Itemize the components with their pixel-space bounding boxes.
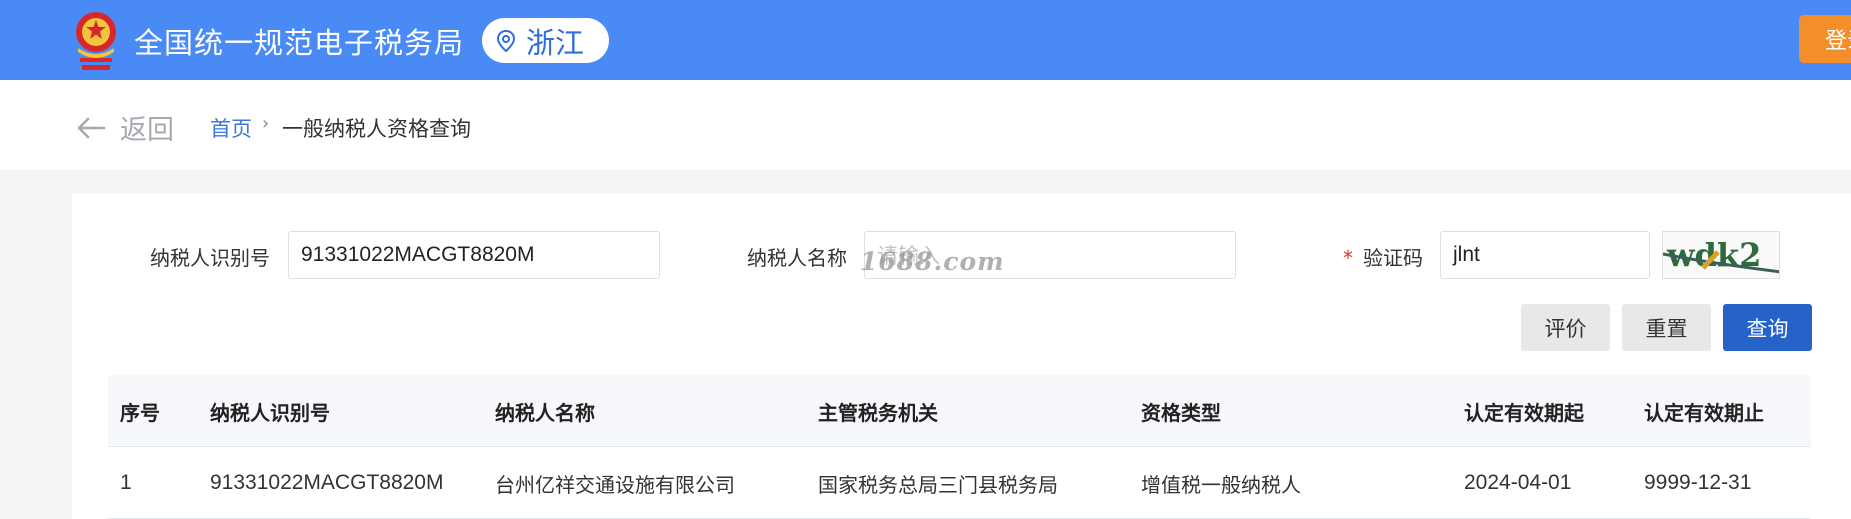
arrow-left-icon [77, 117, 106, 138]
location-pin-icon [496, 29, 516, 52]
captcha-label-text: 验证码 [1363, 246, 1423, 270]
table-cell: 国家税务总局三门县税务局 [818, 472, 1058, 497]
breadcrumb-home-link[interactable]: 首页 [210, 113, 252, 143]
back-button[interactable]: 返回 [76, 108, 174, 147]
evaluate-button[interactable]: 评价 [1521, 304, 1610, 351]
query-button[interactable]: 查询 [1723, 304, 1812, 351]
column-header: 资格类型 [1141, 400, 1221, 425]
region-selector[interactable]: 浙江 [482, 18, 609, 63]
taxpayer-id-label: 纳税人识别号 [150, 246, 270, 270]
table-cell: 增值税一般纳税人 [1141, 472, 1301, 497]
table-cell: 91331022MACGT8820M [210, 471, 444, 494]
back-label: 返回 [120, 115, 174, 146]
taxpayer-id-input[interactable]: 91331022MACGT8820M [288, 231, 660, 279]
required-mark: * [1343, 246, 1353, 270]
site-title: 全国统一规范电子税务局 [134, 26, 465, 60]
national-emblem-icon [70, 8, 122, 72]
table-cell: 1 [120, 471, 132, 494]
breadcrumb-separator: › [262, 113, 270, 134]
column-header: 认定有效期止 [1644, 400, 1764, 425]
region-label: 浙江 [526, 25, 585, 60]
result-table: 序号 纳税人识别号 纳税人名称 主管税务机关 资格类型 认定有效期起 认定有效期… [108, 375, 1811, 519]
top-header-bar: 全国统一规范电子税务局 浙江 登录 [0, 0, 1851, 80]
captcha-input[interactable]: jlnt [1440, 231, 1650, 279]
table-cell: 台州亿祥交通设施有限公司 [495, 472, 735, 497]
taxpayer-name-label: 纳税人名称 [747, 246, 847, 270]
table-cell: 9999-12-31 [1644, 471, 1752, 494]
table-row[interactable]: 1 91331022MACGT8820M 台州亿祥交通设施有限公司 国家税务总局… [108, 447, 1811, 519]
captcha-label: * 验证码 [1343, 242, 1423, 271]
column-header: 序号 [120, 400, 160, 425]
column-header: 主管税务机关 [818, 400, 938, 425]
login-button[interactable]: 登录 [1799, 15, 1851, 63]
table-header-row: 序号 纳税人识别号 纳税人名称 主管税务机关 资格类型 认定有效期起 认定有效期… [108, 375, 1811, 447]
column-header: 纳税人识别号 [210, 400, 330, 425]
watermark: 1688.com [860, 247, 1005, 276]
reset-button[interactable]: 重置 [1622, 304, 1711, 351]
captcha-image[interactable]: wdk2 [1662, 231, 1780, 279]
breadcrumb-bar: 返回 首页 › 一般纳税人资格查询 [0, 80, 1851, 170]
column-header: 认定有效期起 [1464, 400, 1584, 425]
table-cell: 2024-04-01 [1464, 471, 1572, 494]
breadcrumb-current: 一般纳税人资格查询 [282, 117, 471, 141]
column-header: 纳税人名称 [495, 400, 595, 425]
